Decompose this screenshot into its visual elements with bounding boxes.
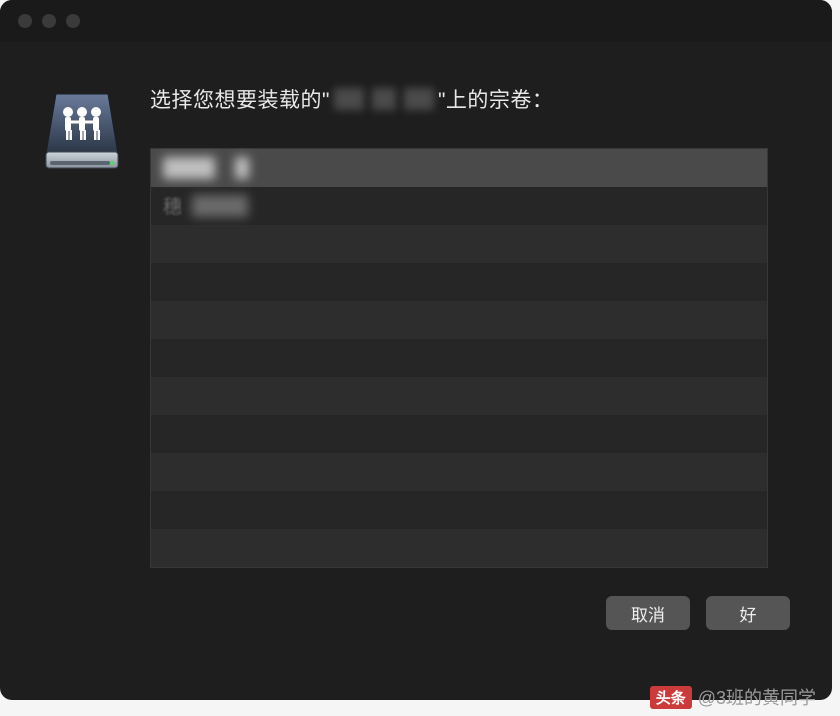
dialog-icon-column bbox=[40, 84, 124, 670]
dialog-main-column: 选择您想要装载的" "上的宗卷： 穗 bbox=[150, 84, 792, 670]
watermark-handle: @3班的黄同学 bbox=[698, 684, 816, 710]
volume-row[interactable] bbox=[151, 529, 767, 567]
redacted-segment bbox=[372, 88, 396, 110]
volume-row[interactable] bbox=[151, 263, 767, 301]
dialog-prompt: 选择您想要装载的" "上的宗卷： bbox=[150, 84, 792, 114]
volume-list[interactable]: 穗 bbox=[150, 148, 768, 568]
redacted-segment bbox=[404, 88, 434, 110]
prompt-prefix: 选择您想要装载的" bbox=[150, 84, 330, 114]
traffic-light-zoom[interactable] bbox=[66, 14, 80, 28]
network-drive-icon bbox=[40, 90, 124, 174]
ok-button[interactable]: 好 bbox=[706, 596, 790, 630]
traffic-light-close[interactable] bbox=[18, 14, 32, 28]
cancel-button[interactable]: 取消 bbox=[606, 596, 690, 630]
volume-row[interactable] bbox=[151, 339, 767, 377]
volume-row[interactable] bbox=[151, 453, 767, 491]
traffic-light-minimize[interactable] bbox=[42, 14, 56, 28]
window-titlebar bbox=[0, 0, 832, 42]
volume-row[interactable] bbox=[151, 491, 767, 529]
volume-row[interactable] bbox=[151, 377, 767, 415]
volume-row[interactable] bbox=[151, 415, 767, 453]
volume-row[interactable] bbox=[151, 225, 767, 263]
redacted-label bbox=[235, 157, 249, 179]
volume-row[interactable] bbox=[151, 149, 767, 187]
redacted-label bbox=[192, 195, 248, 217]
volume-row[interactable] bbox=[151, 301, 767, 339]
volume-mount-dialog: 选择您想要装载的" "上的宗卷： 穗 bbox=[0, 0, 832, 700]
dialog-button-row: 取消 好 bbox=[150, 596, 792, 630]
prompt-suffix: "上的宗卷： bbox=[438, 84, 553, 114]
volume-label: 穗 bbox=[163, 192, 182, 219]
volume-row[interactable]: 穗 bbox=[151, 187, 767, 225]
redacted-segment bbox=[334, 88, 364, 110]
watermark-logo: 头条 bbox=[650, 686, 692, 709]
dialog-content: 选择您想要装载的" "上的宗卷： 穗 bbox=[0, 42, 832, 700]
watermark: 头条 @3班的黄同学 bbox=[650, 684, 816, 710]
redacted-label bbox=[163, 157, 215, 179]
